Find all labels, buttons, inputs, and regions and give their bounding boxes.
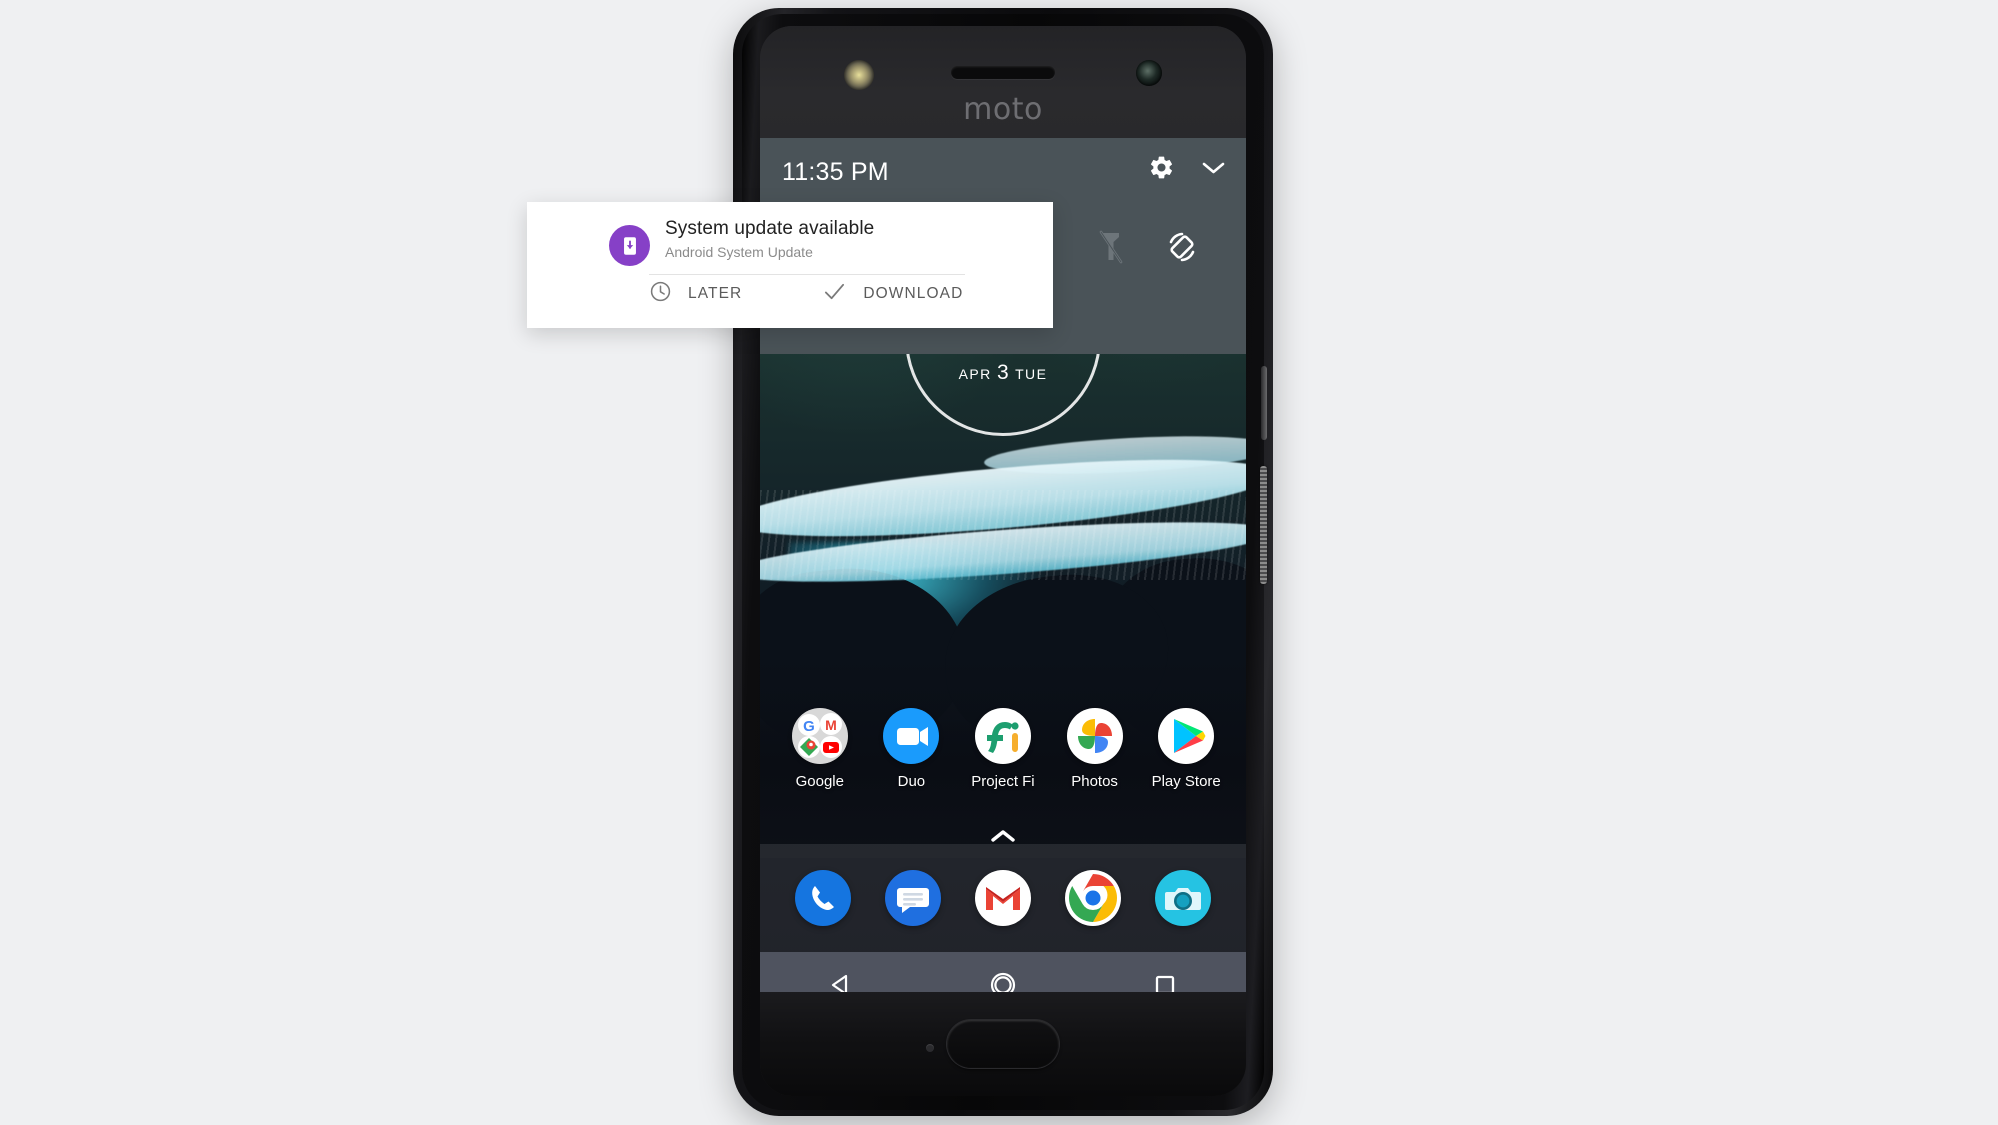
- later-button[interactable]: LATER: [649, 280, 742, 308]
- app-label: Project Fi: [971, 773, 1035, 790]
- app-project-fi[interactable]: Project Fi: [960, 708, 1046, 790]
- volume-button[interactable]: [1261, 366, 1267, 440]
- check-icon: [822, 280, 847, 308]
- messages-icon: [897, 888, 941, 926]
- chevron-up-icon: [991, 830, 1015, 842]
- google-folder-icon: G M: [791, 708, 848, 764]
- svg-text:M: M: [825, 717, 837, 733]
- clock-widget-date: APR 3 TUE: [908, 361, 1098, 385]
- camera-icon: [1165, 888, 1211, 926]
- download-button[interactable]: DOWNLOAD: [822, 280, 963, 308]
- clock-widget-month: APR: [958, 366, 992, 382]
- home-app-row: G M Google Duo Project Fi Photos Play St…: [760, 708, 1246, 790]
- phone-bottom-bezel: [760, 992, 1246, 1096]
- moto-brand-logo: moto: [963, 92, 1043, 127]
- dock-chrome[interactable]: [1065, 870, 1121, 926]
- screenshot-stage: moto APR 3 TUE G M Google Duo Project Fi…: [0, 0, 1998, 1125]
- power-button[interactable]: [1260, 466, 1267, 584]
- download-button-label: DOWNLOAD: [863, 285, 964, 302]
- auto-rotate-tile[interactable]: [1146, 218, 1218, 276]
- microphone-hole-icon: [926, 1044, 934, 1052]
- system-update-dialog: System update available Android System U…: [527, 202, 1053, 328]
- status-time: 11:35 PM: [782, 158, 889, 186]
- app-label: Google: [795, 773, 844, 790]
- phone-front-glass: moto APR 3 TUE G M Google Duo Project Fi…: [760, 26, 1246, 1096]
- later-button-label: LATER: [688, 285, 743, 302]
- dialog-subtitle: Android System Update: [665, 244, 813, 260]
- front-camera-icon: [1136, 60, 1162, 86]
- earpiece-speaker-icon: [951, 66, 1055, 79]
- app-google-folder[interactable]: G M Google: [777, 708, 863, 790]
- phone-top-bezel: moto: [760, 26, 1246, 138]
- clock-widget-day: 3: [996, 361, 1011, 384]
- phone-device: moto APR 3 TUE G M Google Duo Project Fi…: [733, 8, 1273, 1116]
- dialog-action-row: LATER DOWNLOAD: [649, 280, 963, 308]
- gear-icon[interactable]: [1148, 154, 1175, 186]
- shade-action-row: [1148, 154, 1226, 186]
- system-update-icon: [609, 225, 650, 266]
- flashlight-tile[interactable]: [1075, 218, 1147, 276]
- chevron-down-icon[interactable]: [1201, 160, 1226, 181]
- gmail-icon: [986, 887, 1020, 910]
- dock-messages[interactable]: [885, 870, 941, 926]
- project-fi-icon: [974, 708, 1031, 764]
- app-play-store[interactable]: Play Store: [1143, 708, 1229, 790]
- photos-icon: [1066, 708, 1123, 764]
- app-label: Duo: [897, 773, 926, 790]
- dock-phone[interactable]: [795, 870, 851, 926]
- app-label: Photos: [1071, 773, 1118, 790]
- phone-inner-frame: moto APR 3 TUE G M Google Duo Project Fi…: [742, 14, 1267, 1110]
- auto-rotate-icon: [1169, 232, 1195, 262]
- camera-flash-icon: [844, 60, 874, 90]
- dialog-title: System update available: [665, 218, 875, 239]
- duo-icon: [883, 708, 940, 764]
- svg-text:G: G: [803, 718, 815, 735]
- app-duo[interactable]: Duo: [868, 708, 954, 790]
- flashlight-off-icon: [1099, 230, 1122, 264]
- dock-gmail[interactable]: [975, 870, 1031, 926]
- clock-icon: [649, 280, 672, 308]
- dock-camera[interactable]: [1155, 870, 1211, 926]
- dock: [760, 844, 1246, 952]
- dialog-text-block: System update available Android System U…: [665, 218, 874, 260]
- dialog-header: System update available Android System U…: [527, 202, 1053, 260]
- dialog-divider: [649, 274, 965, 275]
- app-label: Play Store: [1151, 773, 1221, 790]
- phone-icon: [812, 886, 851, 926]
- fingerprint-sensor-icon[interactable]: [947, 1020, 1059, 1068]
- chrome-icon: [1068, 874, 1118, 922]
- app-photos[interactable]: Photos: [1052, 708, 1138, 790]
- play-store-icon: [1158, 708, 1215, 764]
- clock-widget-weekday: TUE: [1015, 366, 1048, 382]
